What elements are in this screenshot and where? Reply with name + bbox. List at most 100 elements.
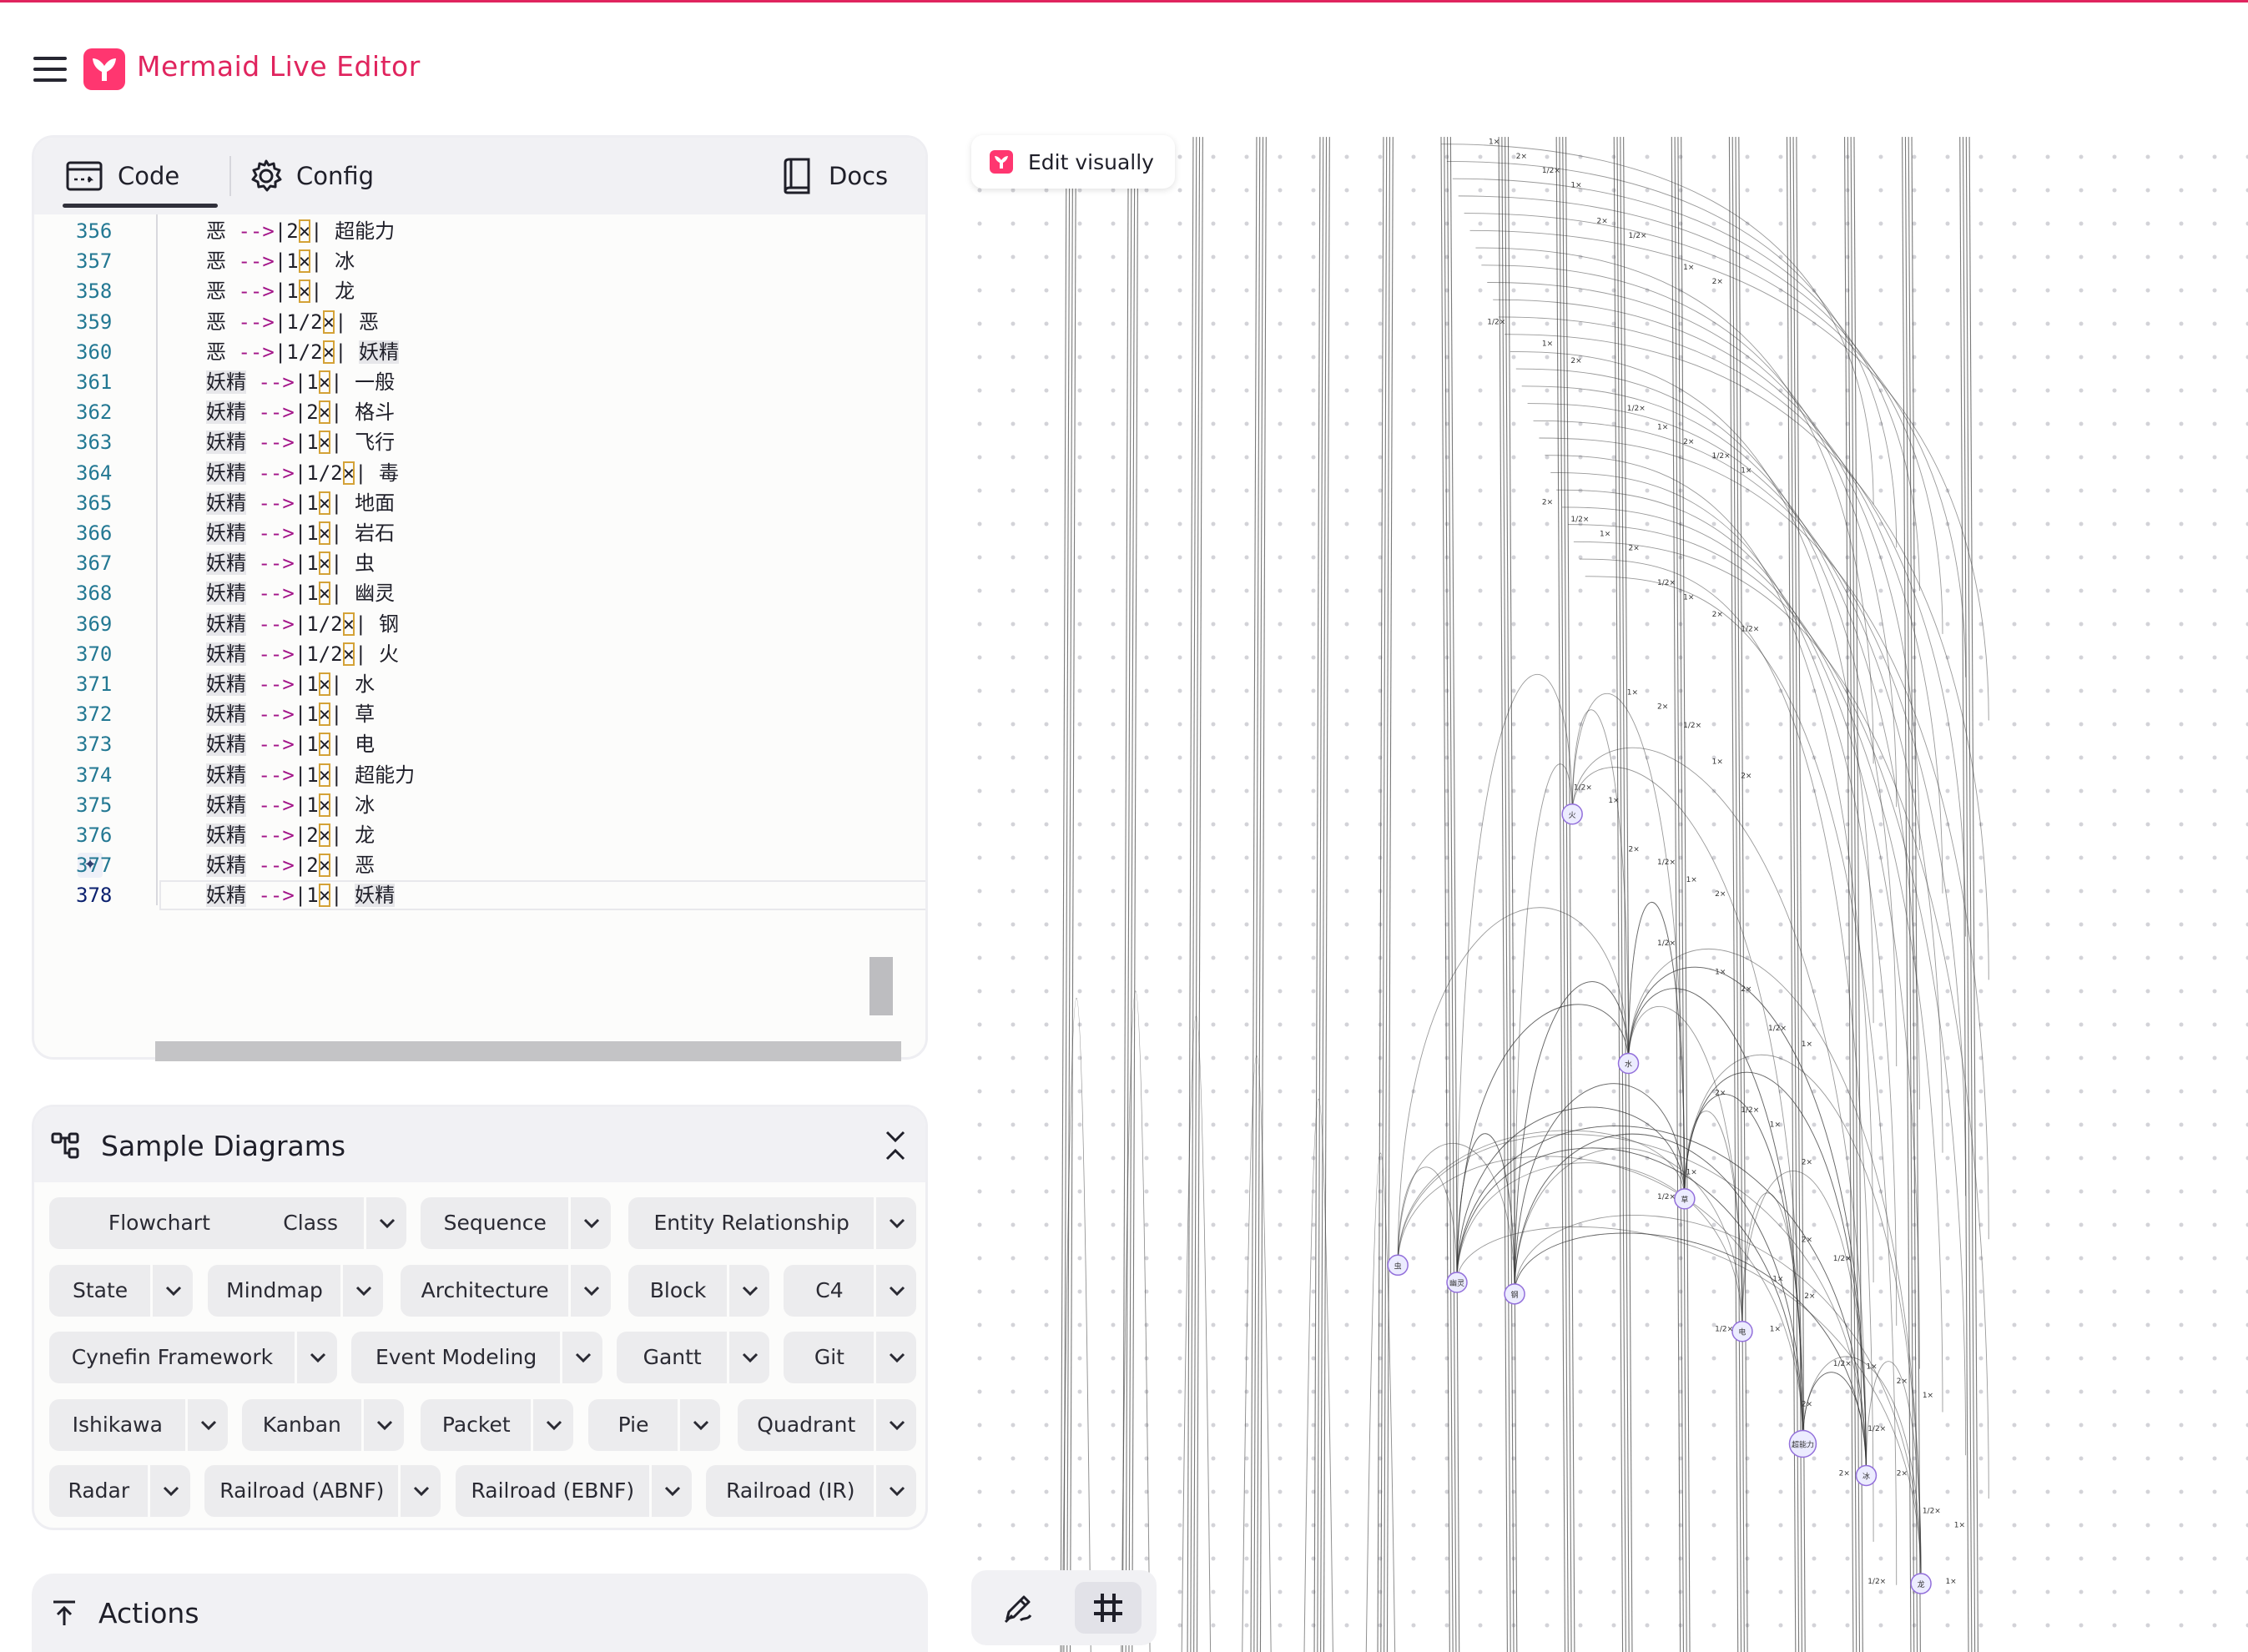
- sample-chip-label: Railroad (IR): [726, 1478, 855, 1503]
- chevron-down-icon[interactable]: [364, 1399, 406, 1451]
- diagram-node-label: 钢: [1511, 1290, 1519, 1300]
- chevron-down-icon[interactable]: [297, 1332, 339, 1383]
- chevron-down-icon[interactable]: [876, 1465, 918, 1517]
- horizontal-scrollbar[interactable]: [155, 1041, 901, 1061]
- code-text: 妖精 -->|1×| 电: [206, 733, 376, 757]
- sample-chip-entity-relationship[interactable]: Entity Relationship: [628, 1197, 918, 1250]
- sample-chip-block[interactable]: Block: [628, 1265, 771, 1317]
- edge-label: 1×: [1802, 1040, 1812, 1049]
- sample-diagrams-panel: Sample Diagrams Flowchart Class Sequence En…: [32, 1105, 928, 1530]
- chevron-down-icon[interactable]: [343, 1265, 385, 1317]
- diagram-svg[interactable]: 虫幽灵钢 火水草电超能力冰龙 1× 2× 1/2× 1× 2× 1/2× 1× 2× 1/2× 1× 2…: [958, 133, 2248, 1652]
- sample-chip-state[interactable]: State: [48, 1265, 194, 1317]
- chevron-down-icon[interactable]: [571, 1197, 612, 1249]
- line-number: 361: [76, 370, 113, 394]
- sample-chip-label: Radar: [68, 1478, 130, 1503]
- edge-label: 2×: [1741, 773, 1752, 781]
- sample-chip-label: Gantt: [643, 1344, 702, 1369]
- edge-label: 2×: [1715, 1090, 1726, 1098]
- sample-chip-event-modeling[interactable]: Event Modeling: [351, 1331, 604, 1383]
- menu-icon[interactable]: [33, 57, 67, 82]
- edge-line: [1196, 137, 1203, 1652]
- sample-chip-quadrant[interactable]: Quadrant: [738, 1398, 918, 1451]
- chevron-down-icon[interactable]: [562, 1332, 604, 1383]
- diagram-canvas[interactable]: 虫幽灵钢 火水草电超能力冰龙 1× 2× 1/2× 1× 2× 1/2× 1× 2× 1/2× 1× 2…: [958, 133, 2248, 1652]
- edge-label: 2×: [1802, 1158, 1812, 1166]
- chevron-down-icon[interactable]: [401, 1465, 442, 1517]
- chevron-down-icon[interactable]: [729, 1265, 771, 1317]
- chevron-down-icon[interactable]: [153, 1265, 194, 1317]
- edge-line: [1313, 137, 1321, 1652]
- pan-zoom-button[interactable]: [985, 1582, 1051, 1634]
- sample-diagrams-header[interactable]: Sample Diagrams: [34, 1107, 925, 1182]
- code-text: 妖精 -->|1×| 飞行: [206, 431, 396, 455]
- chevron-down-icon[interactable]: [533, 1399, 575, 1451]
- sample-chip-packet[interactable]: Packet: [421, 1398, 575, 1451]
- sample-chip-ishikawa[interactable]: Ishikawa: [48, 1398, 229, 1451]
- chevron-down-icon[interactable]: [150, 1465, 192, 1517]
- line-number: 356: [76, 219, 113, 243]
- sample-chip-git[interactable]: Git: [784, 1331, 918, 1383]
- sample-chip-mindmap[interactable]: Mindmap: [207, 1265, 385, 1317]
- sample-chip-pie[interactable]: Pie: [587, 1398, 722, 1451]
- edge-line: [1386, 137, 1394, 1652]
- code-line: 367 妖精 -->|1×| 虫: [34, 548, 925, 578]
- edge-label: 1×: [1657, 424, 1668, 432]
- code-text: 妖精 -->|1×| 妖精: [206, 884, 396, 908]
- chevron-down-icon[interactable]: [680, 1399, 722, 1451]
- chevron-down-icon[interactable]: [876, 1332, 918, 1383]
- chevron-down-icon[interactable]: [366, 1197, 408, 1249]
- line-number: 372: [76, 703, 113, 727]
- edge-label: 1×: [1712, 758, 1723, 766]
- edge-label: 2×: [1802, 1236, 1812, 1245]
- code-line: 372 妖精 -->|1×| 草: [34, 699, 925, 729]
- chevron-down-icon[interactable]: [876, 1197, 918, 1249]
- edit-visually-label: Edit visually: [1028, 150, 1154, 174]
- mermaid-logo-icon: [83, 48, 125, 90]
- edge-label: 1/2×: [1570, 516, 1589, 524]
- code-editor[interactable]: 356 恶 -->|2×| 超能力 357 恶 -->|1×| 冰 358 恶 -->|1…: [34, 214, 925, 1057]
- vertical-scrollbar[interactable]: [869, 957, 893, 1015]
- chevron-down-icon[interactable]: [729, 1332, 771, 1383]
- edit-visually-button[interactable]: Edit visually: [971, 135, 1175, 189]
- code-line: 363 妖精 -->|1×| 飞行: [34, 427, 925, 457]
- chevron-down-icon[interactable]: [652, 1465, 693, 1517]
- app-title[interactable]: Mermaid Live Editor: [137, 50, 421, 83]
- sample-chip-radar[interactable]: Radar: [48, 1465, 192, 1518]
- sample-chip-railroad-ebnf[interactable]: Railroad (EBNF): [455, 1465, 693, 1518]
- tab-code[interactable]: Code: [63, 138, 218, 214]
- sample-chip-cynefin-framework[interactable]: Cynefin Framework: [48, 1331, 339, 1383]
- sample-chip-architecture[interactable]: Architecture: [401, 1265, 612, 1317]
- edge-label: 1×: [1608, 797, 1619, 805]
- sample-chip-railroad-ir[interactable]: Railroad (IR): [706, 1465, 918, 1518]
- diagram-icon: [51, 1132, 79, 1159]
- docs-link[interactable]: Docs: [782, 138, 915, 214]
- tab-config[interactable]: Config: [231, 138, 390, 214]
- sample-chip-railroad-abnf[interactable]: Railroad (ABNF): [204, 1465, 442, 1518]
- sample-chip-gantt[interactable]: Gantt: [617, 1331, 771, 1383]
- chevron-down-icon[interactable]: [876, 1399, 918, 1451]
- edge-line: [1132, 137, 1139, 1652]
- code-line: 369 妖精 -->|1/2×| 钢: [34, 609, 925, 639]
- sample-chip-class[interactable]: Class: [256, 1197, 408, 1250]
- sample-chip-c4[interactable]: C4: [784, 1265, 918, 1317]
- chevron-down-icon[interactable]: [876, 1265, 918, 1317]
- sample-chip-label: Class: [283, 1211, 339, 1236]
- code-line: 373 妖精 -->|1×| 电: [34, 729, 925, 759]
- code-line: 361 妖精 -->|1×| 一般: [34, 367, 925, 397]
- code-text: 妖精 -->|1×| 一般: [206, 370, 396, 394]
- edge-label: 1/2×: [1712, 452, 1731, 461]
- actions-panel[interactable]: Actions: [32, 1574, 928, 1652]
- line-number: 378: [76, 884, 113, 908]
- code-text: 妖精 -->|2×| 恶: [206, 854, 376, 878]
- grid-toggle-button[interactable]: [1075, 1582, 1142, 1634]
- diagram-node-label: 电: [1738, 1327, 1746, 1337]
- sample-chip-label: Ishikawa: [72, 1412, 163, 1437]
- sample-chip-kanban[interactable]: Kanban: [242, 1398, 406, 1451]
- chevron-down-icon[interactable]: [571, 1265, 612, 1317]
- code-line: 370 妖精 -->|1/2×| 火: [34, 639, 925, 669]
- collapse-icon[interactable]: [880, 1127, 910, 1164]
- chevron-down-icon[interactable]: [188, 1399, 229, 1451]
- sample-chip-sequence[interactable]: Sequence: [421, 1197, 612, 1250]
- line-number: 377: [76, 854, 113, 878]
